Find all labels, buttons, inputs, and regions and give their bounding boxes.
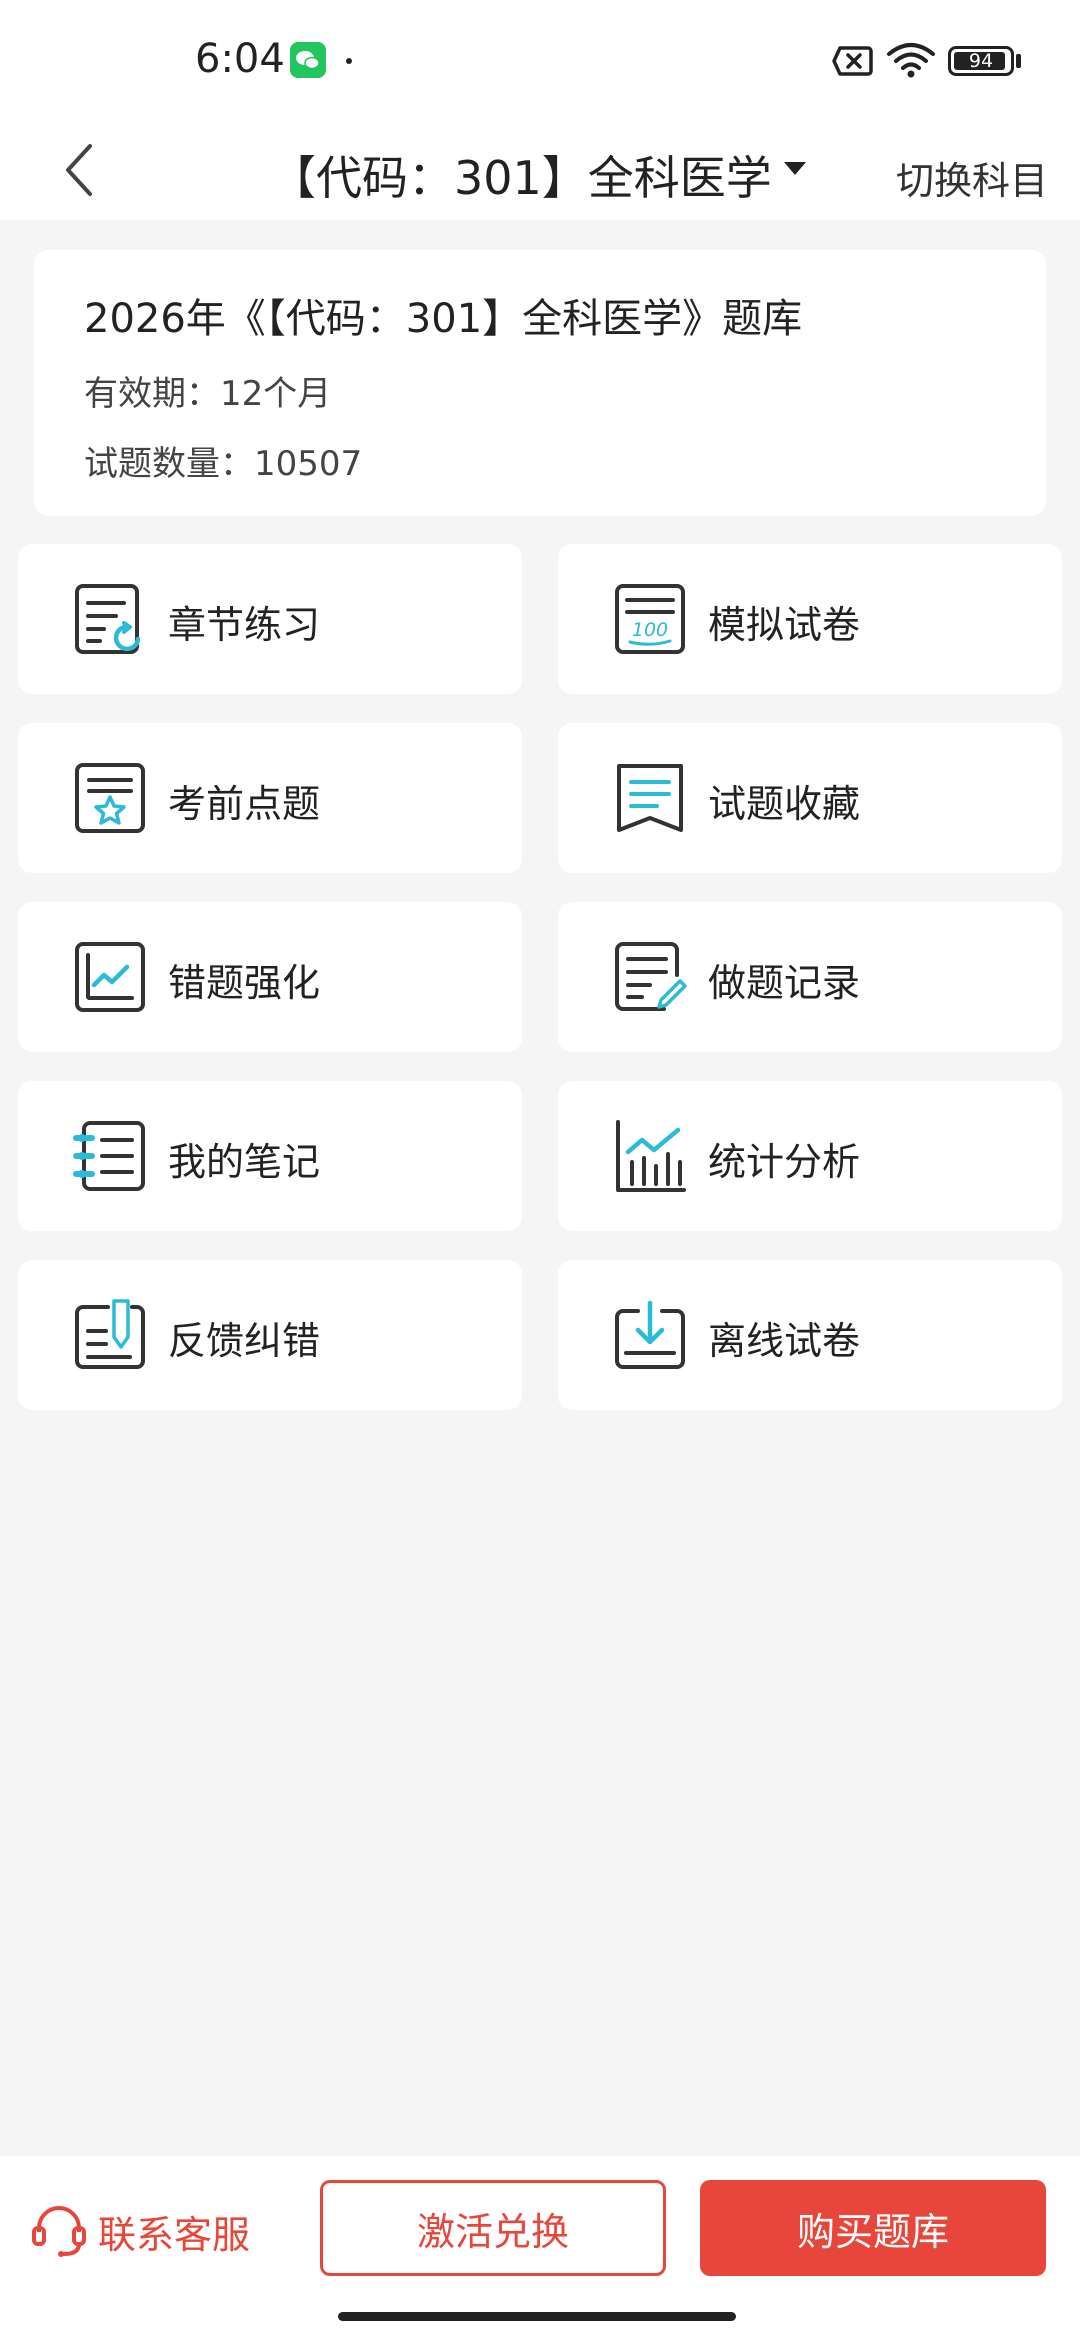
status-time: 6:04 [195, 36, 285, 82]
wechat-notification-icon [290, 42, 326, 78]
notebook-icon [73, 1121, 145, 1191]
chapter-practice-icon [75, 584, 141, 654]
pre-exam-star-icon [75, 763, 145, 833]
bar-chart-icon [616, 1120, 686, 1192]
menu-label: 章节练习 [168, 603, 321, 647]
menu-tile-statistics[interactable]: 统计分析 [558, 1081, 1062, 1231]
status-bar: 6:04 94 [0, 0, 1080, 120]
no-sim-icon [832, 46, 874, 80]
switch-subject-button[interactable]: 切换科目 [896, 150, 1048, 205]
menu-tile-wrong-questions[interactable]: 错题强化 [18, 902, 522, 1052]
question-bank-title: 2026年《【代码：301】全科医学》题库 [84, 296, 803, 342]
battery-cap [1016, 54, 1021, 68]
back-button[interactable] [40, 130, 120, 210]
mock-exam-icon: 100 [615, 584, 685, 654]
contact-service-label: 联系客服 [98, 2212, 251, 2257]
menu-label: 反馈纠错 [168, 1319, 321, 1363]
menu-label: 错题强化 [168, 961, 321, 1005]
nav-bar: 【代码：301】全科医学 切换科目 [0, 120, 1080, 220]
caret-down-icon[interactable] [784, 162, 806, 175]
menu-tile-records[interactable]: 做题记录 [558, 902, 1062, 1052]
battery-level: 94 [968, 50, 994, 72]
menu-label: 我的笔记 [168, 1140, 321, 1184]
menu-label: 做题记录 [708, 961, 861, 1005]
menu-tile-notes[interactable]: 我的笔记 [18, 1081, 522, 1231]
bookmark-icon [617, 764, 683, 832]
headset-icon [32, 2206, 86, 2257]
wifi-icon [885, 42, 937, 82]
trend-chart-icon [75, 942, 145, 1012]
menu-label: 模拟试卷 [708, 603, 861, 647]
menu-tile-feedback[interactable]: 反馈纠错 [18, 1260, 522, 1410]
question-count: 试题数量：10507 [84, 444, 363, 484]
chevron-left-icon [66, 144, 92, 196]
menu-tile-pre-exam[interactable]: 考前点题 [18, 723, 522, 873]
notification-dot [346, 58, 352, 64]
home-indicator[interactable] [338, 2312, 736, 2321]
contact-service-button[interactable]: 联系客服 [30, 2196, 250, 2266]
svg-text:100: 100 [632, 619, 668, 641]
menu-label: 离线试卷 [708, 1319, 861, 1363]
question-bank-info-card: 2026年《【代码：301】全科医学》题库 有效期：12个月 试题数量：1050… [34, 250, 1046, 516]
feedback-pen-icon [75, 1299, 145, 1369]
activate-redeem-button[interactable]: 激活兑换 [320, 2180, 666, 2276]
edit-record-icon [615, 942, 687, 1011]
menu-tile-favorites[interactable]: 试题收藏 [558, 723, 1062, 873]
battery-icon: 94 [948, 46, 1014, 76]
menu-label: 考前点题 [168, 782, 321, 826]
validity-period: 有效期：12个月 [84, 374, 332, 414]
menu-label: 统计分析 [708, 1140, 861, 1184]
menu-tile-chapter-practice[interactable]: 章节练习 [18, 544, 522, 694]
menu-tile-mock-exam[interactable]: 100 模拟试卷 [558, 544, 1062, 694]
subject-title-dropdown[interactable]: 【代码：301】全科医学 [270, 142, 772, 208]
menu-tile-offline[interactable]: 离线试卷 [558, 1260, 1062, 1410]
buy-question-bank-button[interactable]: 购买题库 [700, 2180, 1046, 2276]
menu-label: 试题收藏 [708, 782, 861, 826]
download-icon [615, 1300, 685, 1369]
